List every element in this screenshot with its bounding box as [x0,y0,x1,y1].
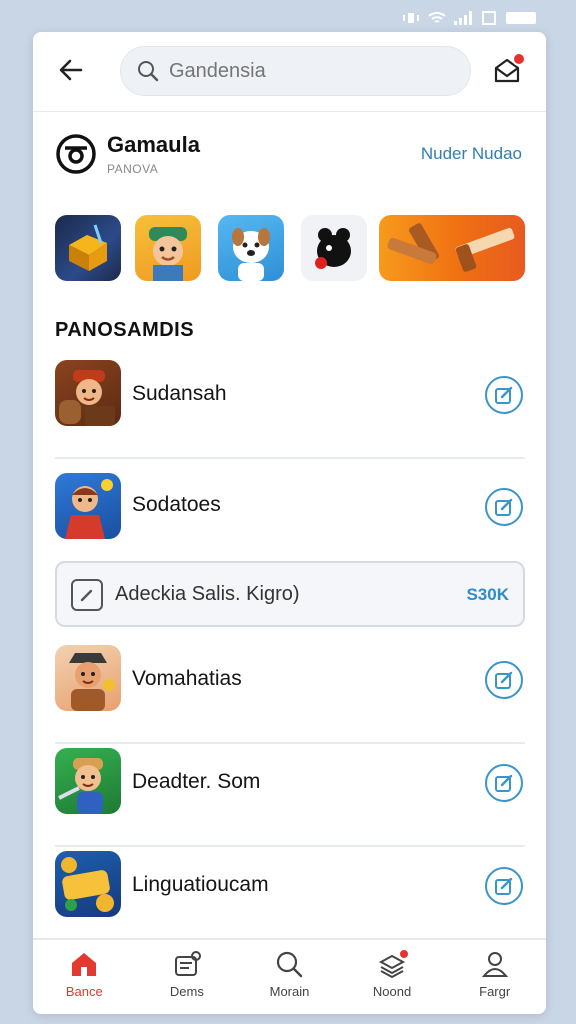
game-thumbnail [55,360,121,426]
pencil-icon [80,589,93,602]
nav-label: Fargr [479,984,511,999]
brand-subtitle: PANOVA [107,162,159,176]
list-item[interactable]: Sodatoes [55,459,525,559]
game-thumbnail [55,851,121,917]
search-bar[interactable] [120,46,471,96]
back-arrow-icon[interactable] [55,54,87,86]
brand-logo-icon [56,134,96,174]
item-label: Deadter. Som [132,770,261,793]
nav-label: Noond [372,984,412,999]
hero-character-icon [65,479,113,539]
coin-game-icon [61,857,114,912]
promo-text: Adeckia Salis. Kigro) [115,583,300,605]
battery-icon [506,12,536,24]
game-thumbnail [55,473,121,539]
edit-button[interactable] [485,488,523,526]
home-icon [72,953,97,976]
item-label: Sodatoes [132,493,221,516]
featured-tile-4[interactable] [301,215,367,281]
edit-icon [495,774,513,792]
signal-icon [454,11,472,25]
list-item[interactable]: Vomahatias [55,641,525,744]
puzzle-cube-icon [69,224,107,271]
featured-tile-1[interactable] [55,215,121,281]
edit-button[interactable] [485,867,523,905]
edit-button[interactable] [485,376,523,414]
panda-character-icon [315,228,351,269]
explorer-character-icon [149,227,187,281]
dog-character-icon [232,228,270,281]
promo-value: S30K [466,585,509,604]
promo-banner[interactable]: Adeckia Salis. Kigro) S30K [55,561,525,627]
search-icon [277,951,303,978]
game-thumbnail [55,645,121,711]
brand-header: Gamaula PANOVA [55,132,200,176]
warrior-character-icon [59,370,115,426]
list-item[interactable]: Linguatioucam [55,847,525,950]
item-label: Linguatioucam [132,873,269,896]
search-input[interactable] [169,59,449,83]
vibrate-icon [403,13,419,23]
top-bar [33,32,546,112]
nav-label: Bance [65,984,103,999]
nav-item-search[interactable]: Morain [238,940,341,1014]
sim-icon [482,11,496,25]
app-window: Gamaula PANOVA Nuder Nudao PANOSAMDIS Su… [33,32,546,1014]
adventurer-character-icon [69,653,115,711]
nav-badge [398,948,411,960]
edit-icon [495,386,513,404]
game-list: Sudansah Sodatoes Adeckia Salis. Kigro) … [55,356,525,950]
notification-button[interactable] [490,52,526,88]
edit-icon [495,877,513,895]
nav-item-profile[interactable]: Fargr [443,940,546,1014]
game-thumbnail [55,748,121,814]
featured-tile-2[interactable] [135,215,201,281]
featured-tile-5[interactable] [379,215,525,281]
nav-label: Dems [169,984,204,999]
nav-item-dems[interactable]: Dems [136,940,239,1014]
tag-icon [174,951,201,976]
item-label: Sudansah [132,382,227,405]
edit-icon [495,671,513,689]
bottom-navigation: Bance Dems Morain Noond Fargr [33,938,546,1014]
list-item[interactable]: Sudansah [55,356,525,459]
featured-tile-3[interactable] [218,215,284,281]
brand-title: Gamaula [107,132,200,157]
edit-icon [495,498,513,516]
tools-icon [387,223,515,272]
edit-button[interactable] [485,661,523,699]
brand-link[interactable]: Nuder Nudao [421,144,522,164]
person-icon [481,952,508,977]
search-icon [138,61,159,82]
knight-character-icon [58,758,103,814]
wifi-icon [428,12,446,23]
list-item[interactable]: Deadter. Som [55,744,525,847]
section-title: PANOSAMDIS [55,319,195,341]
promo-icon [71,579,103,611]
featured-carousel [55,215,525,281]
nav-item-home[interactable]: Bance [33,940,136,1014]
notification-badge [512,52,526,66]
nav-label: Morain [269,984,310,999]
item-label: Vomahatias [132,667,242,690]
nav-item-noond[interactable]: Noond [341,940,444,1014]
edit-button[interactable] [485,764,523,802]
status-bar [402,6,536,30]
